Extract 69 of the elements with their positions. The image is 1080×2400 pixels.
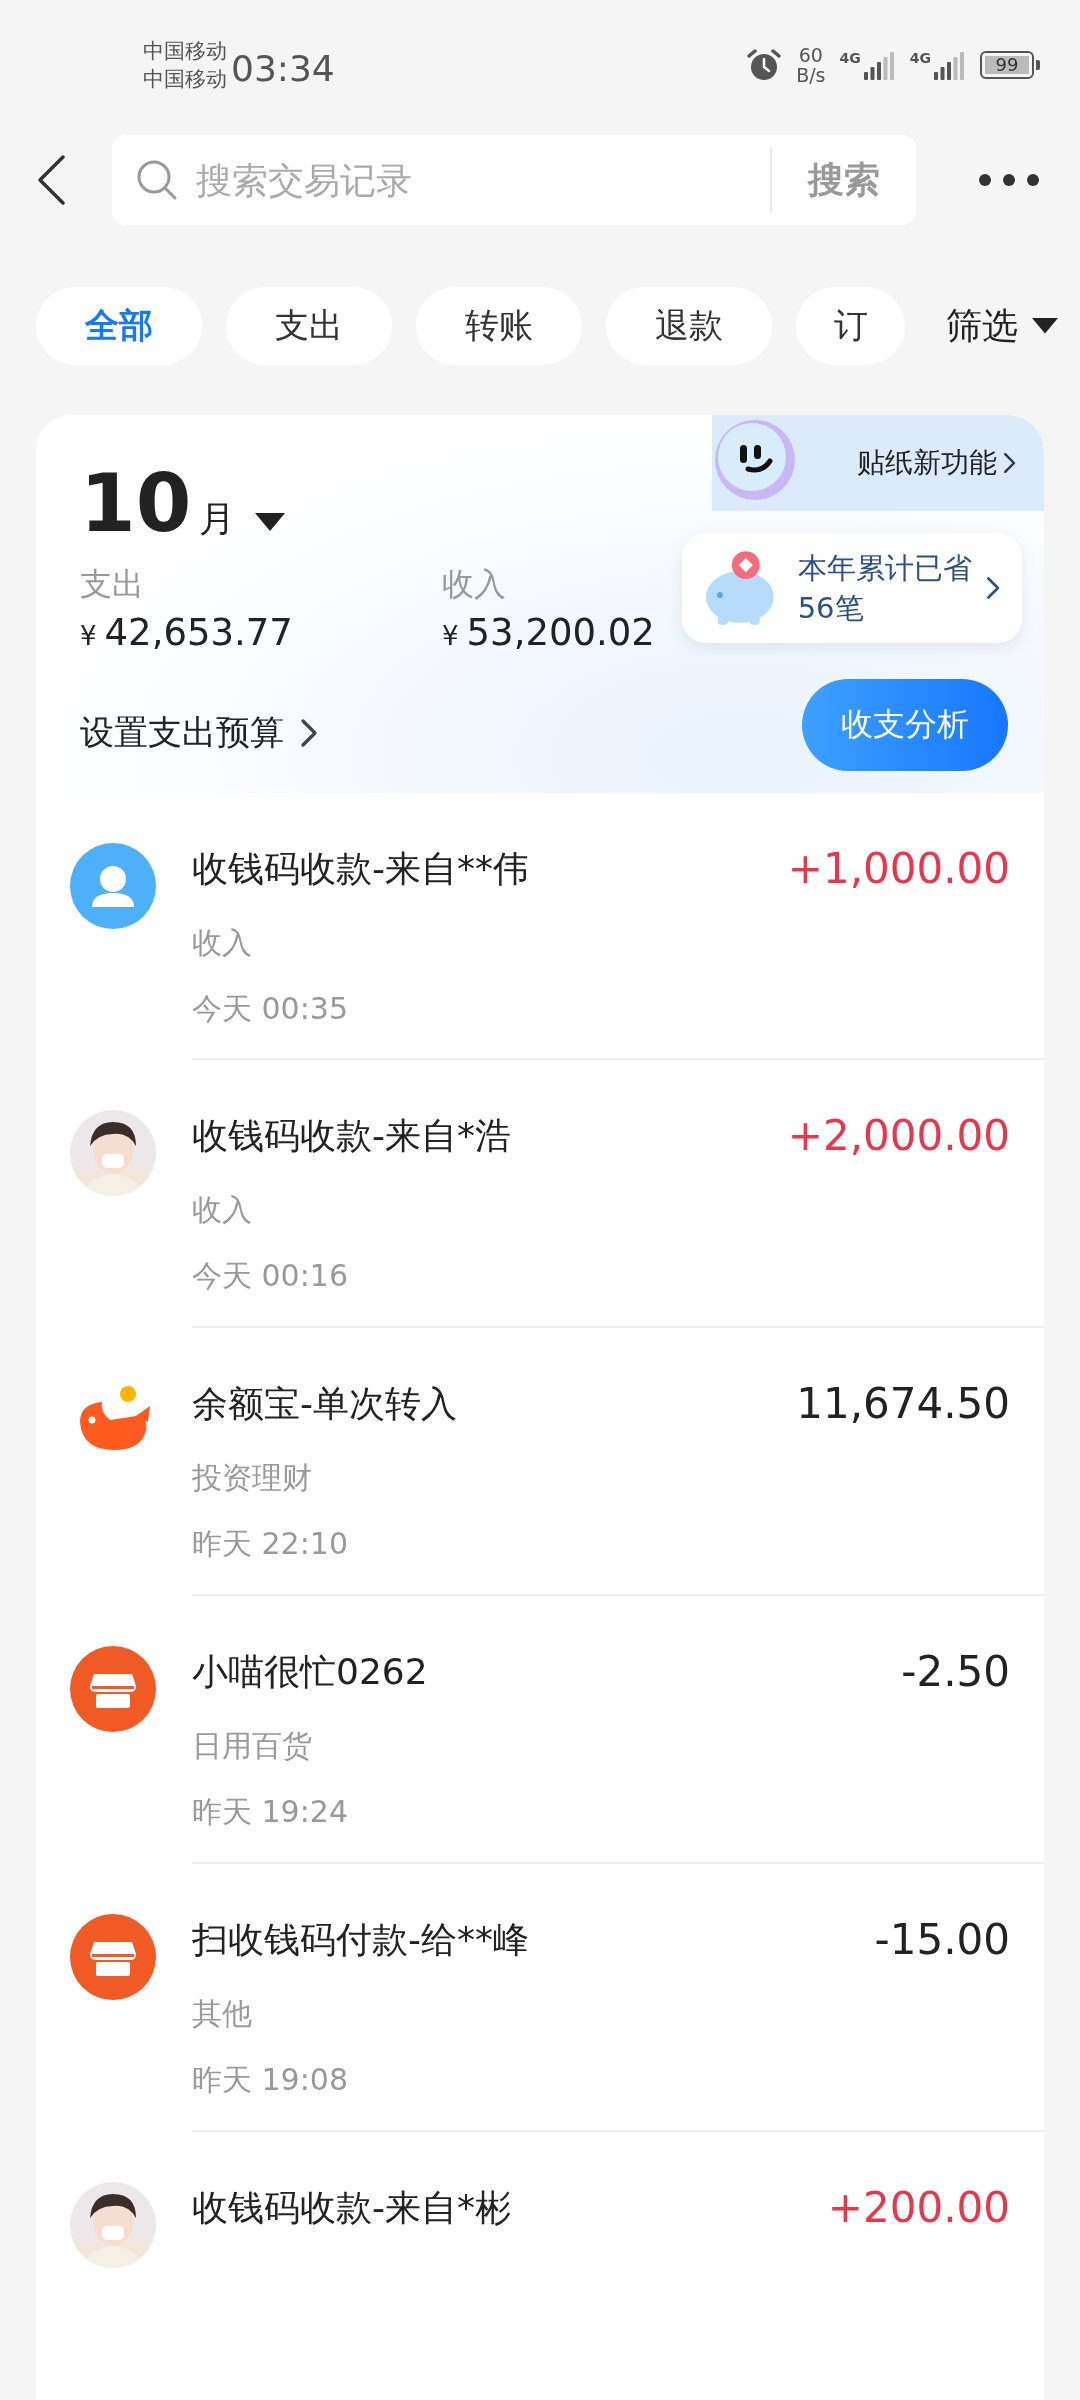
network-speed-unit: B/s — [796, 65, 826, 85]
transaction-time: 昨天 22:10 — [192, 1525, 349, 1564]
transaction-row[interactable]: 余额宝-单次转入 投资理财 昨天 22:10 11,674.50 — [36, 1328, 1044, 1597]
filter-tab[interactable]: 退款 — [606, 287, 772, 365]
savings-count: 56笔 — [797, 590, 865, 627]
month-unit[interactable]: 月 — [199, 495, 236, 544]
transaction-time: 今天 00:16 — [192, 1257, 349, 1296]
transaction-amount: +2,000.00 — [787, 1110, 1011, 1163]
store-icon — [70, 1914, 156, 2001]
transaction-amount: +1,000.00 — [787, 842, 1011, 895]
signal-icon — [932, 50, 966, 80]
dropdown-triangle-icon — [1032, 318, 1058, 334]
user-avatar-icon — [70, 842, 156, 929]
transaction-row[interactable]: 收钱码收款-来自*彬 +200.00 — [36, 2132, 1044, 2400]
transaction-amount: -15.00 — [874, 1914, 1011, 1967]
transaction-category: 其他 — [192, 1995, 253, 2034]
transaction-row[interactable]: 扫收钱码付款-给**峰 其他 昨天 19:08 -15.00 — [36, 1864, 1044, 2133]
month-number[interactable]: 10 — [80, 459, 192, 549]
savings-title: 本年累计已省 — [797, 550, 972, 587]
transaction-category: 收入 — [192, 923, 253, 962]
sticker-face-icon — [712, 417, 798, 503]
filter-button[interactable]: 筛选 — [946, 301, 1058, 351]
transaction-time: 昨天 19:08 — [192, 2061, 349, 2100]
expense-amount: ¥ 42,653.77 — [80, 611, 293, 654]
expense-label: 支出 — [80, 564, 144, 605]
status-time: 03:34 — [231, 47, 335, 89]
battery-level: 99 — [980, 51, 1034, 79]
transaction-title: 收钱码收款-来自**伟 — [192, 846, 530, 891]
savings-bubble[interactable]: 本年累计已省 56笔 — [682, 533, 1022, 643]
network-type: 4G — [909, 50, 931, 66]
transaction-category: 收入 — [192, 1191, 253, 1230]
store-icon — [70, 1646, 156, 1733]
filter-tab[interactable]: 订 — [796, 287, 905, 365]
transaction-time: 昨天 19:24 — [192, 1793, 349, 1832]
transaction-title: 收钱码收款-来自*彬 — [192, 2186, 512, 2231]
transaction-row[interactable]: 收钱码收款-来自*浩 收入 今天 00:16 +2,000.00 — [36, 1060, 1044, 1329]
income-label: 收入 — [442, 564, 506, 605]
income-amount: ¥ 53,200.02 — [442, 611, 655, 654]
transaction-category: 投资理财 — [192, 1459, 313, 1498]
transaction-amount: 11,674.50 — [796, 1378, 1011, 1431]
transaction-title: 余额宝-单次转入 — [192, 1382, 458, 1427]
carrier-name: 中国移动 — [143, 38, 227, 65]
transaction-amount: -2.50 — [901, 1646, 1011, 1699]
back-icon[interactable] — [36, 154, 66, 206]
network-speed: 60 — [798, 45, 823, 65]
transaction-row[interactable]: 收钱码收款-来自**伟 收入 今天 00:35 +1,000.00 — [36, 792, 1044, 1061]
carrier-name: 中国移动 — [143, 66, 227, 93]
dropdown-triangle-icon — [255, 513, 286, 531]
signal-icon — [861, 50, 896, 80]
transaction-title: 扫收钱码付款-给**峰 — [192, 1918, 530, 1963]
transaction-title: 收钱码收款-来自*浩 — [192, 1114, 512, 1159]
filter-tab[interactable]: 支出 — [226, 287, 392, 365]
budget-link[interactable]: 设置支出预算 — [80, 710, 318, 756]
filter-tab[interactable]: 转账 — [416, 287, 582, 365]
more-icon[interactable] — [978, 173, 1040, 187]
filter-tab[interactable]: 全部 — [36, 287, 202, 365]
alarm-icon — [746, 48, 783, 82]
chevron-right-icon — [300, 718, 318, 748]
chevron-right-icon — [1002, 452, 1016, 474]
transaction-row[interactable]: 小喵很忙0262 日用百货 昨天 19:24 -2.50 — [36, 1596, 1044, 1865]
chevron-right-icon — [985, 576, 1000, 600]
sticker-banner[interactable]: 贴纸新功能 — [712, 415, 1044, 511]
transaction-time: 今天 00:35 — [192, 989, 349, 1028]
sticker-banner-text: 贴纸新功能 — [856, 445, 997, 481]
transaction-category: 日用百货 — [192, 1727, 313, 1766]
search-icon — [136, 159, 178, 201]
transaction-title: 小喵很忙0262 — [192, 1650, 429, 1695]
transaction-amount: +200.00 — [827, 2182, 1011, 2235]
network-type: 4G — [839, 50, 861, 66]
